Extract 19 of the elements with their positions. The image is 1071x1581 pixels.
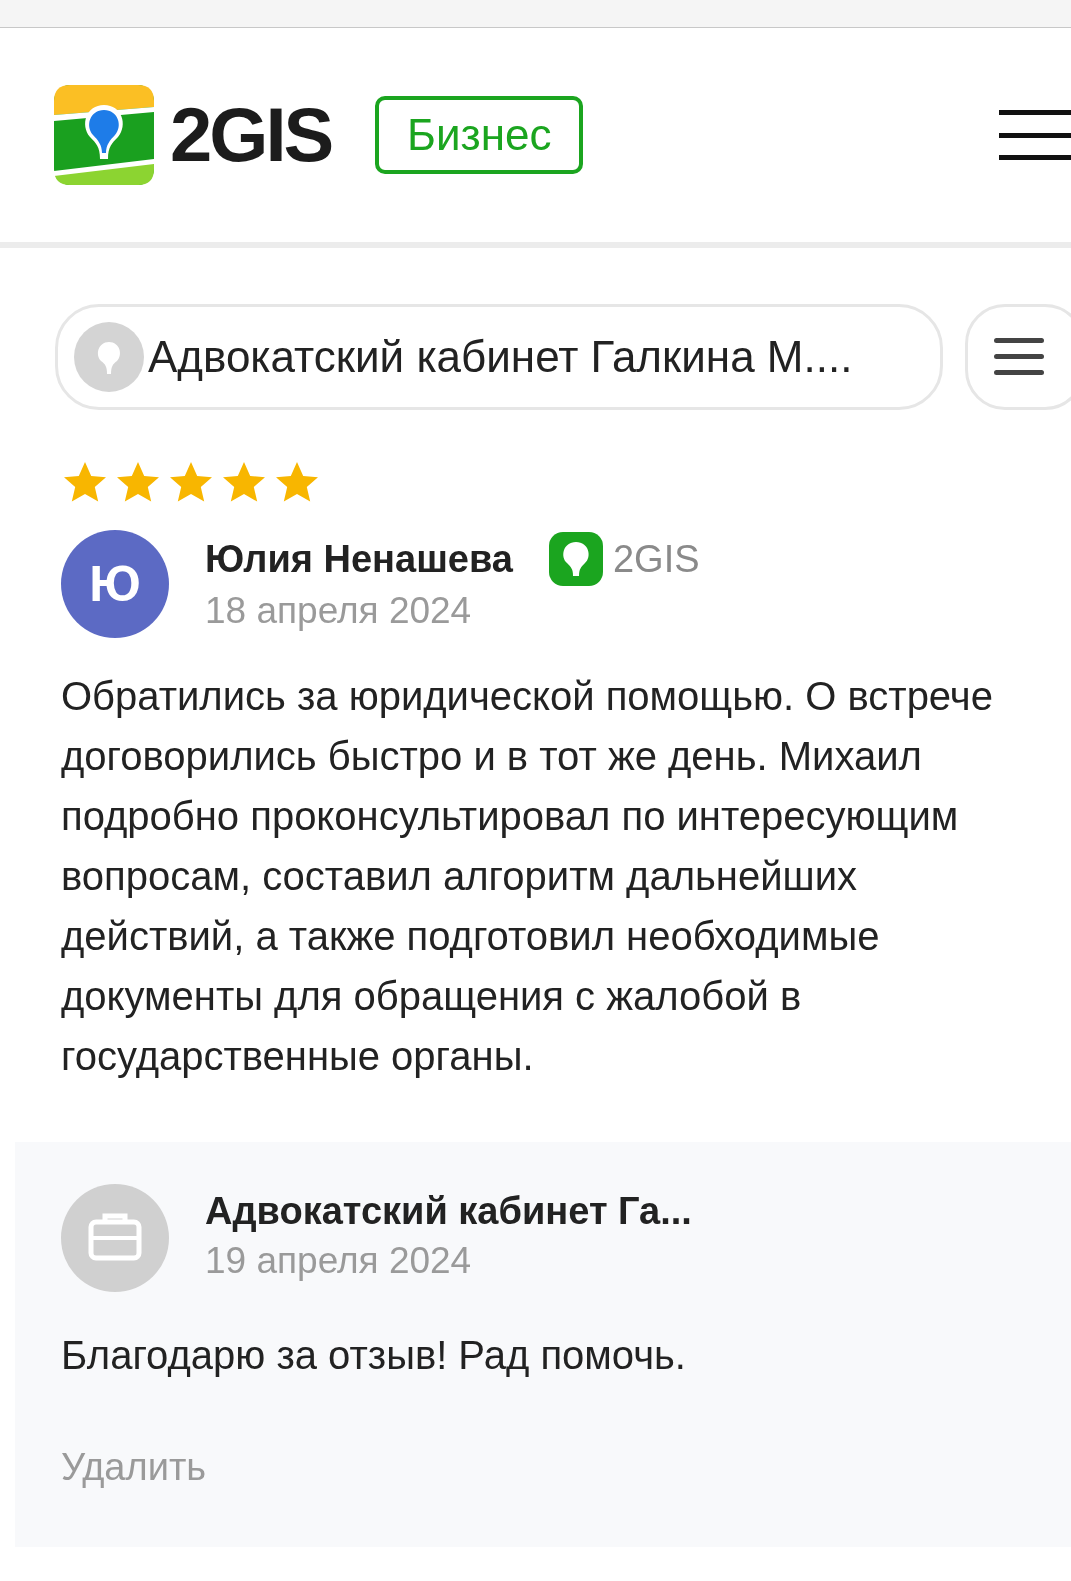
organization-avatar-icon: [74, 322, 144, 392]
review-text: Обратились за юридической помощью. О встрече договорились быстро и в тот же день. Михаил подробно проконсультировал по интересующим вопросам, составил алгоритм дальнейших действий, а также подготовил необходимые документы для обращения с жалобой в государственные органы.: [61, 673, 994, 1080]
reply-text: Благодарю за отзыв! Рад помочь.: [61, 1332, 687, 1379]
author-name: Юлия Ненашева: [205, 537, 513, 582]
reply-author: Адвокатский кабинет Га...: [205, 1189, 692, 1234]
review-date: 18 апреля 2024: [205, 589, 473, 633]
organization-pill[interactable]: Адвокатский кабинет Галкина М....: [55, 304, 943, 410]
briefcase-avatar-icon: [61, 1184, 169, 1292]
reply-date: 19 апреля 2024: [205, 1239, 473, 1283]
logo-icon: [54, 85, 154, 185]
avatar: Ю: [61, 530, 169, 638]
source-logo-icon: [548, 532, 603, 586]
menu-icon: [994, 338, 1044, 376]
list-menu-button[interactable]: [965, 304, 1071, 410]
menu-icon[interactable]: [999, 110, 1071, 160]
business-badge: Бизнес: [375, 96, 584, 174]
source-label: 2GIS: [612, 537, 700, 582]
logo-wordmark: 2GIS: [170, 97, 332, 173]
organization-name: Адвокатский кабинет Галкина М....: [148, 335, 853, 379]
